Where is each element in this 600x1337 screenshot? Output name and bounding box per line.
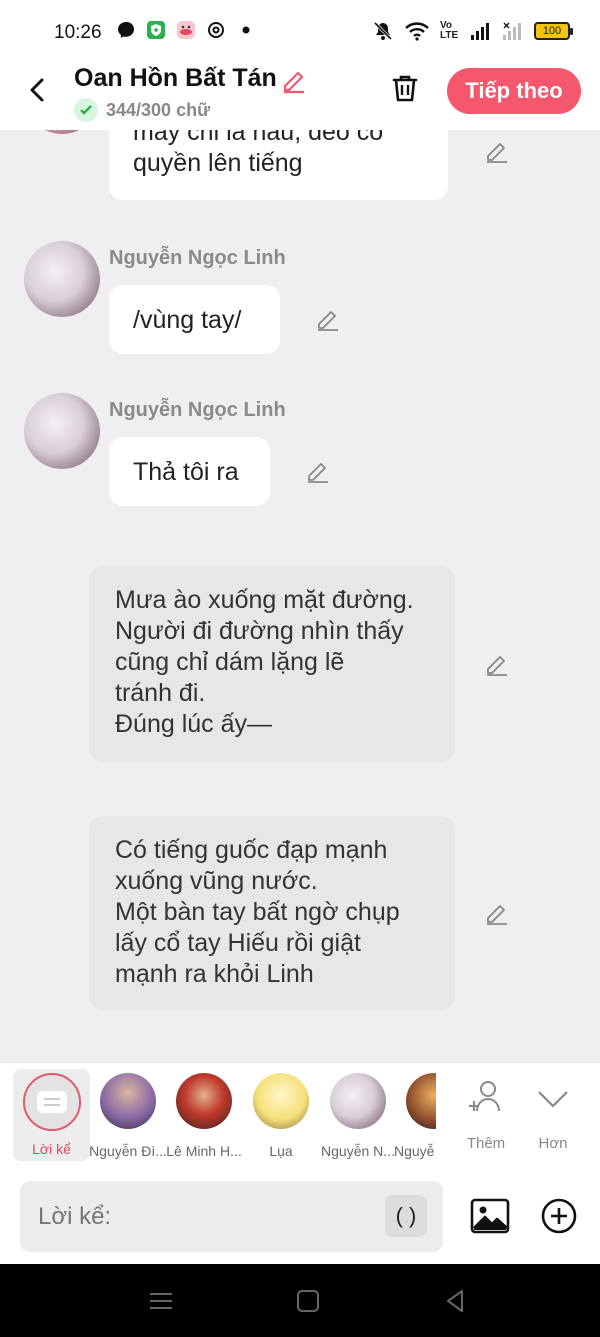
narration-line: xuống vũng nước. — [115, 867, 318, 895]
menu-icon[interactable] — [146, 1286, 176, 1316]
narration-line: Đúng lúc ấy— — [115, 710, 273, 738]
character-avatar — [406, 1073, 436, 1129]
status-time: 10:26 — [54, 22, 102, 43]
add-person-icon — [469, 1081, 500, 1112]
status-notification-icons — [116, 20, 256, 40]
edit-pencil-icon[interactable] — [314, 305, 342, 333]
message-text: Thả tôi ra — [133, 458, 239, 486]
narration-bubble[interactable]: Mưa ào xuống mặt đường. Người đi đường n… — [89, 566, 455, 762]
status-bar: 10:26 Vo LTE 100 — [0, 0, 600, 62]
character-label: Nguyễn Đì... — [89, 1143, 167, 1159]
message-text: quyền lên tiếng — [133, 149, 303, 177]
character-avatar — [253, 1073, 309, 1129]
character-label: Nguyễ — [394, 1143, 435, 1159]
narration-line: Mưa ào xuống mặt đường. — [115, 586, 414, 614]
threads-icon — [208, 22, 224, 38]
edit-pencil-icon[interactable] — [483, 650, 511, 678]
character-item[interactable]: Nguyễn N... — [318, 1073, 398, 1163]
next-button[interactable]: Tiếp theo — [447, 68, 581, 114]
edit-pencil-icon[interactable] — [483, 137, 511, 165]
image-icon[interactable] — [470, 1196, 510, 1236]
shield-app-icon — [147, 21, 165, 39]
back-arrow-icon[interactable] — [22, 74, 54, 106]
message-text: may chi la hau, deo co — [133, 130, 384, 146]
add-character-label: Thêm — [466, 1135, 506, 1152]
narration-bubble[interactable]: Có tiếng guốc đạp mạnh xuống vũng nước. … — [89, 816, 455, 1010]
input-bar: ( ) — [0, 1170, 600, 1264]
edit-pencil-icon[interactable] — [304, 457, 332, 485]
edit-title-pencil-icon[interactable] — [280, 66, 308, 94]
word-count: 344/300 chữ — [74, 98, 210, 122]
avatar[interactable] — [24, 130, 100, 134]
narrator-label: Lời kể — [32, 1141, 71, 1157]
speaker-name: Nguyễn Ngọc Linh — [109, 399, 286, 421]
narration-line: Người đi đường nhìn thấy — [115, 617, 404, 645]
narration-line: Một bàn tay bất ngờ chụp — [115, 898, 400, 926]
speaker-name: Nguyễn Ngọc Linh — [109, 247, 286, 269]
character-label: Lê Minh H... — [166, 1143, 242, 1159]
chat-scroll-area[interactable]: may chi la hau, deo co quyền lên tiếng N… — [0, 130, 600, 1062]
back-triangle-icon[interactable] — [440, 1286, 470, 1316]
face-app-icon — [177, 21, 195, 39]
character-label: Lụa — [269, 1143, 293, 1159]
volte-label: Vo LTE — [440, 20, 459, 41]
wifi-icon — [405, 22, 429, 41]
battery-indicator: 100 — [534, 22, 573, 40]
message-bubble[interactable]: Thả tôi ra — [109, 437, 270, 506]
story-title[interactable]: Oan Hồn Bất Tán — [74, 64, 277, 93]
message-bubble[interactable]: may chi la hau, deo co quyền lên tiếng — [109, 130, 448, 200]
chevron-down-icon — [538, 1091, 568, 1108]
narration-input[interactable] — [20, 1181, 443, 1252]
character-avatar — [100, 1073, 156, 1129]
add-circle-icon[interactable] — [540, 1197, 578, 1235]
add-character-button[interactable]: Thêm — [456, 1077, 516, 1152]
character-item[interactable]: Nguyễn Đì... — [88, 1073, 168, 1163]
character-avatar — [176, 1073, 232, 1129]
mute-bell-icon — [373, 21, 393, 41]
narration-line: mạnh ra khỏi Linh — [115, 960, 314, 988]
narration-line: Có tiếng guốc đạp mạnh — [115, 836, 388, 864]
system-navigation-bar — [0, 1264, 600, 1337]
narration-line: tránh đi. — [115, 679, 206, 707]
narrator-icon — [22, 1073, 81, 1131]
narrator-tab[interactable]: Lời kể — [13, 1069, 90, 1161]
battery-level: 100 — [542, 25, 562, 37]
avatar[interactable] — [24, 393, 100, 469]
parenthesis-button[interactable]: ( ) — [385, 1195, 427, 1237]
top-header: Oan Hồn Bất Tán 344/300 chữ Tiếp theo — [0, 62, 600, 130]
dot-icon — [242, 26, 250, 34]
character-item[interactable]: Lê Minh H... — [164, 1073, 244, 1163]
character-item[interactable]: Lụa — [241, 1073, 321, 1163]
edit-pencil-icon[interactable] — [483, 899, 511, 927]
character-avatar — [330, 1073, 386, 1129]
home-icon[interactable] — [293, 1286, 323, 1316]
avatar[interactable] — [24, 241, 100, 317]
more-label: Hơn — [538, 1135, 568, 1152]
trash-icon[interactable] — [388, 72, 422, 106]
message-bubble[interactable]: /vùng tay/ — [109, 285, 280, 354]
message-text: /vùng tay/ — [133, 306, 242, 334]
signal-icon — [471, 23, 489, 40]
character-selector: Lời kể Nguyễn Đì... Lê Minh H... Lụa Ngu… — [0, 1062, 600, 1170]
status-system-icons: Vo LTE 100 — [372, 20, 573, 42]
signal-icon-2 — [503, 22, 521, 40]
more-characters-button[interactable]: Hơn — [523, 1077, 583, 1152]
narration-line: cũng chỉ dám lặng lẽ — [115, 648, 345, 676]
narration-line: lấy cổ tay Hiếu rồi giật — [115, 929, 361, 957]
character-label: Nguyễn N... — [321, 1143, 395, 1159]
check-icon — [74, 98, 98, 122]
word-count-text: 344/300 chữ — [106, 99, 211, 120]
character-item[interactable]: Nguyễ — [394, 1073, 436, 1163]
messenger-icon — [118, 22, 134, 38]
